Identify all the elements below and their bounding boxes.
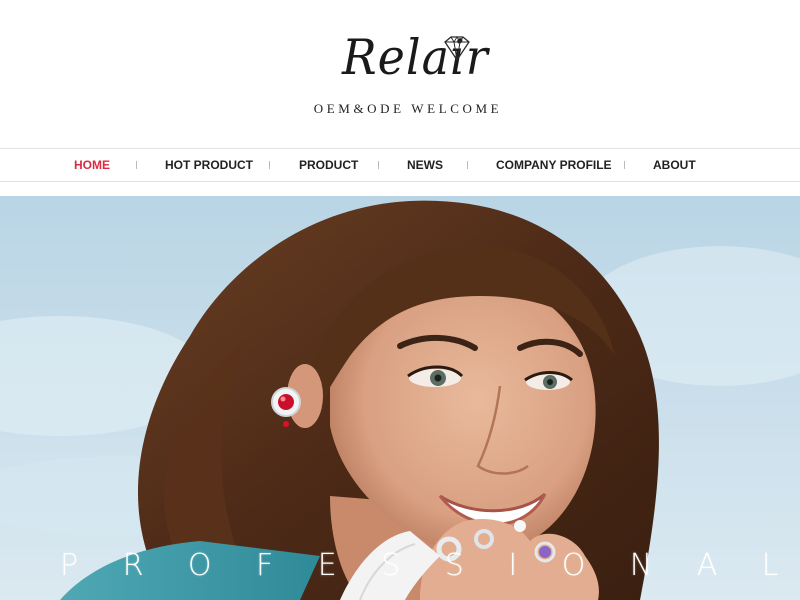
hero-image: [0, 196, 800, 600]
nav-divider: [467, 161, 468, 169]
nav-divider: [136, 161, 137, 169]
nav-about[interactable]: ABOUT: [653, 149, 696, 181]
main-nav: HOME HOT PRODUCT PRODUCT NEWS COMPANY PR…: [0, 148, 800, 182]
nav-home[interactable]: HOME: [74, 149, 110, 181]
nav-divider: [624, 161, 625, 169]
nav-product[interactable]: PRODUCT: [299, 149, 358, 181]
logo[interactable]: Relair: [0, 26, 800, 90]
nav-hot-product[interactable]: HOT PRODUCT: [165, 149, 253, 181]
site-header: Relair OEM&ODE WELCOME: [0, 0, 800, 148]
hero-banner[interactable]: PROFESSIONAL: [0, 196, 800, 600]
nav-company-profile[interactable]: COMPANY PROFILE: [496, 149, 612, 181]
tagline: OEM&ODE WELCOME: [313, 101, 503, 116]
diamond-icon: [444, 36, 470, 62]
hero-caption: PROFESSIONAL: [60, 548, 800, 583]
nav-divider: [269, 161, 270, 169]
page: Relair OEM&ODE WELCOME HOME HOT PRODUCT …: [0, 0, 800, 600]
nav-news[interactable]: NEWS: [407, 149, 443, 181]
nav-divider: [378, 161, 379, 169]
